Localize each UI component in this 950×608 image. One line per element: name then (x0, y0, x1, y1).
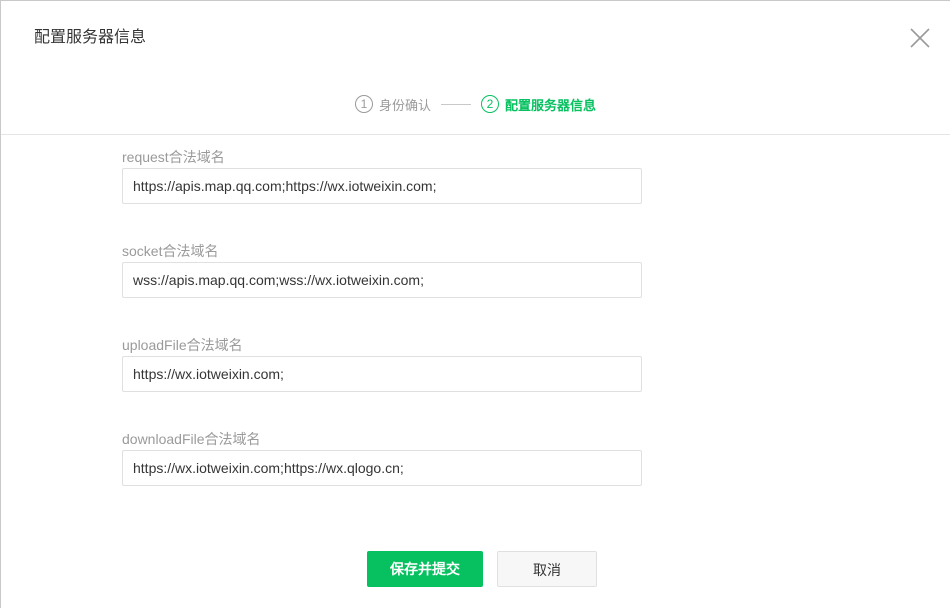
close-icon (910, 28, 930, 48)
request-domain-label: request合法域名 (122, 149, 225, 165)
step-number: 1 (355, 95, 373, 113)
step-indicator: 1 身份确认 2 配置服务器信息 (355, 93, 596, 115)
step-label: 身份确认 (379, 97, 432, 113)
download-file-domain-input[interactable] (122, 450, 642, 486)
upload-file-domain-label: uploadFile合法域名 (122, 337, 243, 353)
request-domain-input[interactable] (122, 168, 642, 204)
step-label: 配置服务器信息 (505, 97, 597, 113)
cancel-button[interactable]: 取消 (497, 551, 597, 587)
socket-domain-label: socket合法域名 (122, 243, 219, 259)
download-file-domain-label: downloadFile合法域名 (122, 431, 261, 447)
close-button[interactable] (908, 26, 932, 50)
upload-file-domain-input[interactable] (122, 356, 642, 392)
dialog-title: 配置服务器信息 (34, 29, 147, 46)
step-identity-confirm: 1 身份确认 (355, 95, 431, 114)
step-connector (441, 103, 472, 105)
save-submit-button[interactable]: 保存并提交 (367, 551, 483, 587)
socket-domain-input[interactable] (122, 262, 642, 298)
step-number: 2 (481, 95, 500, 113)
step-config-server: 2 配置服务器信息 (481, 95, 596, 114)
header-divider (1, 134, 950, 135)
config-server-dialog: 配置服务器信息 1 身份确认 2 配置服务器信息 request合法域名 soc… (0, 0, 950, 608)
